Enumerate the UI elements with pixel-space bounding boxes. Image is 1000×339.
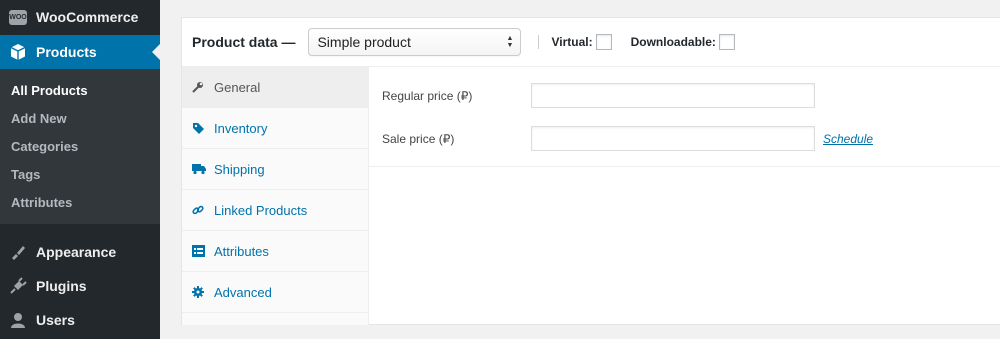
tab-general-label: General — [214, 79, 261, 95]
user-icon — [0, 311, 36, 329]
tab-linked-products-label: Linked Products — [214, 202, 308, 218]
downloadable-label: Downloadable: — [630, 35, 716, 49]
truck-icon — [192, 163, 214, 175]
menu-products[interactable]: Products — [0, 35, 160, 69]
menu-woocommerce[interactable]: WOO WooCommerce — [0, 0, 160, 34]
sale-price-input[interactable] — [531, 126, 815, 151]
regular-price-input[interactable] — [531, 83, 815, 108]
submenu-categories[interactable]: Categories — [0, 133, 160, 161]
menu-appearance-label: Appearance — [36, 244, 117, 260]
tab-shipping[interactable]: Shipping — [182, 149, 368, 190]
menu-appearance[interactable]: Appearance — [0, 235, 160, 269]
tab-attributes[interactable]: Attributes — [182, 231, 368, 272]
plug-icon — [0, 277, 36, 295]
submenu-attributes[interactable]: Attributes — [0, 189, 160, 217]
menu-plugins[interactable]: Plugins — [0, 269, 160, 303]
tab-inventory[interactable]: Inventory — [182, 108, 368, 149]
menu-plugins-label: Plugins — [36, 278, 87, 294]
product-data-tabs: General Inventory Shipping Linked Produc… — [182, 67, 369, 325]
menu-woocommerce-label: WooCommerce — [36, 9, 139, 25]
header-divider — [538, 35, 540, 49]
woocommerce-icon: WOO — [9, 9, 27, 25]
tab-inventory-label: Inventory — [214, 120, 268, 136]
tab-shipping-label: Shipping — [214, 161, 265, 177]
regular-price-label: Regular price (₽) — [382, 88, 473, 103]
regular-price-row: Regular price (₽) — [369, 83, 815, 108]
product-data-panel: Product data — Simple product ▲ ▼ Virtual… — [181, 17, 1000, 325]
tab-linked-products[interactable]: Linked Products — [182, 190, 368, 231]
menu-users[interactable]: Users — [0, 303, 160, 337]
sale-price-label: Sale price (₽) — [382, 131, 455, 146]
wrench-icon — [192, 81, 214, 93]
submenu-add-new[interactable]: Add New — [0, 105, 160, 133]
tag-icon — [192, 122, 214, 135]
products-submenu: All Products Add New Categories Tags Att… — [0, 69, 160, 224]
link-icon — [192, 204, 214, 216]
product-type-value: Simple product — [317, 34, 411, 50]
tab-advanced-label: Advanced — [214, 284, 272, 300]
product-type-select[interactable]: Simple product ▲ ▼ — [308, 28, 522, 56]
tab-advanced[interactable]: Advanced — [182, 272, 368, 313]
gear-icon — [192, 286, 214, 298]
list-icon — [192, 245, 214, 257]
menu-products-label: Products — [36, 44, 97, 60]
virtual-label: Virtual: — [551, 35, 593, 49]
menu-users-label: Users — [36, 312, 75, 328]
select-arrows-icon: ▲ ▼ — [506, 35, 514, 49]
schedule-link[interactable]: Schedule — [823, 132, 873, 146]
tab-general[interactable]: General — [182, 67, 368, 108]
brush-icon — [0, 243, 36, 261]
admin-sidebar: WOO WooCommerce Products All Products Ad… — [0, 0, 160, 339]
sale-price-row: Sale price (₽) Schedule — [369, 126, 873, 151]
product-data-title: Product data — — [192, 34, 296, 50]
product-data-header: Product data — Simple product ▲ ▼ Virtual… — [182, 18, 1000, 67]
submenu-tags[interactable]: Tags — [0, 161, 160, 189]
downloadable-checkbox[interactable] — [718, 34, 735, 50]
general-fields: Regular price (₽) Sale price (₽) Schedul… — [369, 67, 1000, 167]
cube-icon — [0, 43, 36, 61]
virtual-checkbox[interactable] — [595, 34, 612, 50]
submenu-all-products[interactable]: All Products — [0, 77, 160, 105]
tab-attributes-label: Attributes — [214, 243, 269, 259]
